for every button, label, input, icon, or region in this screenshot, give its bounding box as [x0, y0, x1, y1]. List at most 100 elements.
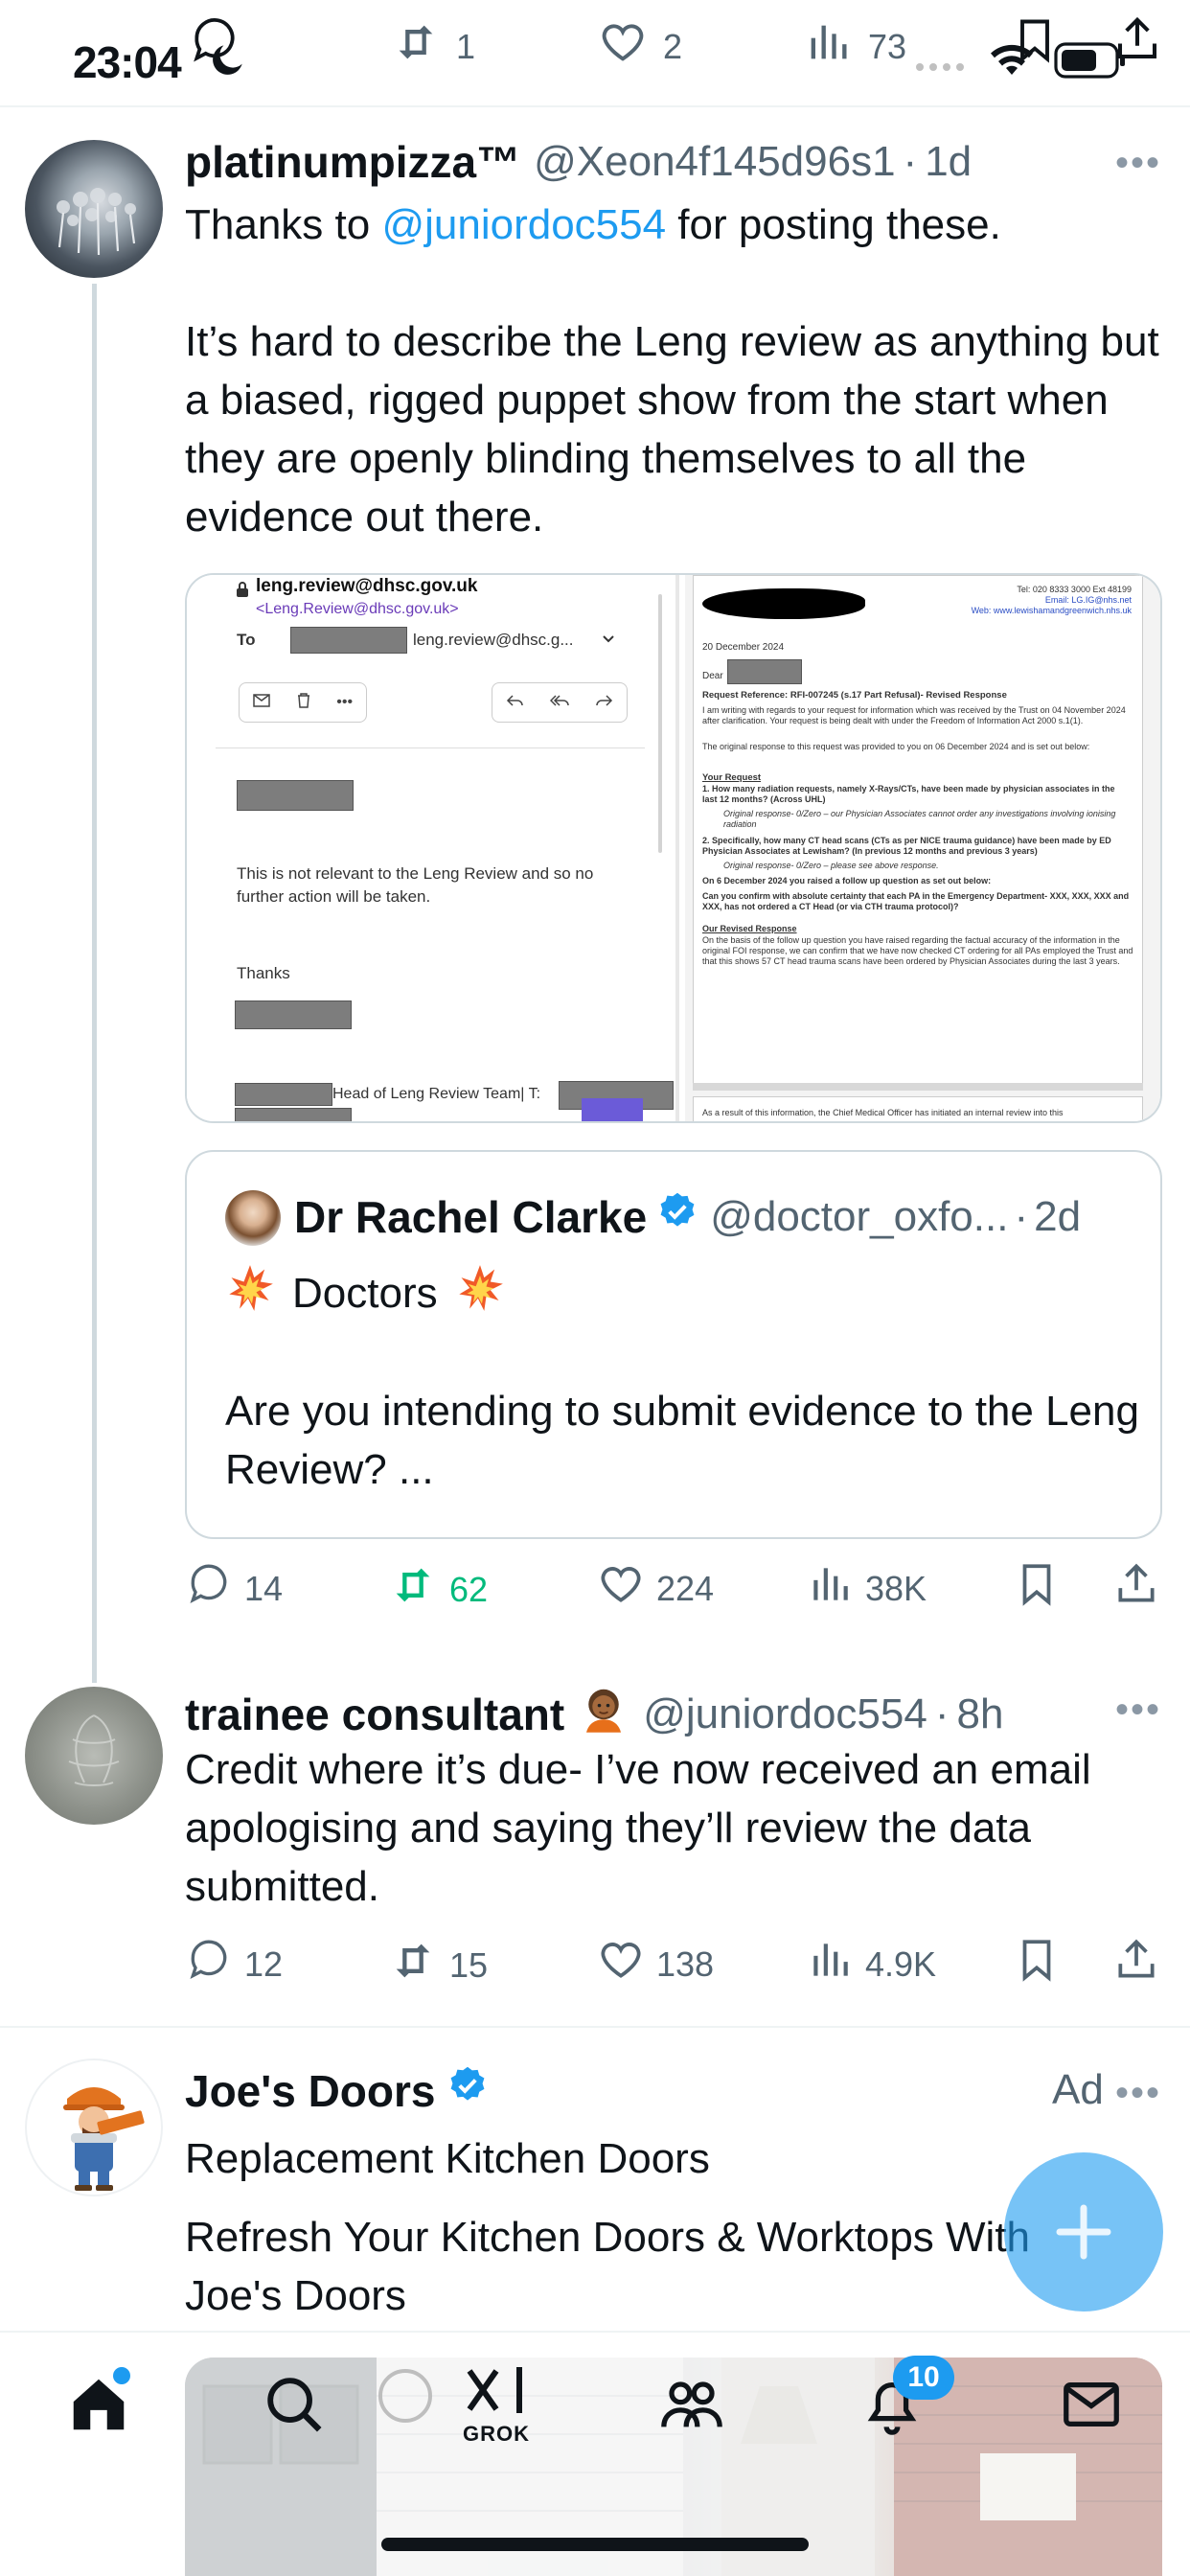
tweet-media[interactable]: leng.review@dhsc.gov.uk <Leng.Review@dhs… [185, 573, 1162, 1123]
separator-dot: · [1014, 1192, 1029, 1240]
views-button[interactable]: 38K [806, 1560, 927, 1617]
collision-icon [455, 1263, 505, 1323]
nav-messages[interactable] [1058, 2371, 1125, 2443]
timestamp[interactable]: 1d [925, 138, 972, 186]
forward-icon [596, 694, 613, 712]
letter-revised-text: On the basis of the follow up question y… [702, 935, 1133, 966]
views-count: 73 [868, 26, 907, 66]
like-button[interactable]: 138 [597, 1936, 714, 1992]
tweet-text: Credit where it’s due- I’ve now received… [185, 1746, 1091, 1910]
email-toolbar-right [492, 682, 628, 723]
quote-text-line1: Doctors [292, 1269, 438, 1317]
like-stat[interactable]: 2 [598, 17, 682, 76]
grok-icon [462, 2367, 531, 2421]
letter-a1: Original response- 0/Zero – our Physicia… [723, 809, 1116, 829]
trash-icon [297, 692, 310, 713]
reply-icon [185, 1560, 233, 1617]
display-name[interactable]: platinumpizza™ [185, 136, 520, 188]
retweet-button[interactable]: 15 [388, 1936, 488, 1994]
letter-reference: Request Reference: RFI-007245 (s.17 Part… [702, 690, 1007, 701]
collision-icon [225, 1263, 275, 1323]
quote-header: Dr Rachel Clarke @doctor_oxfo... · 2d [294, 1190, 1081, 1243]
avatar[interactable] [25, 140, 163, 278]
retweet-stat[interactable]: 1 [391, 17, 475, 76]
ad-text: Refresh Your Kitchen Doors & Worktops Wi… [185, 2214, 1031, 2319]
bookmark-button[interactable] [1013, 1936, 1061, 1992]
reply-icon[interactable] [188, 13, 241, 72]
letter-a2: Original response- 0/Zero – please see a… [723, 861, 939, 870]
retweet-icon [391, 17, 441, 76]
handle[interactable]: @Xeon4f145d96s1 [534, 138, 895, 186]
ad-label: Ad [1052, 2066, 1104, 2113]
letter-q2: 2. Specifically, how many CT head scans … [702, 836, 1111, 856]
views-stat[interactable]: 73 [803, 17, 906, 76]
signal-dots-icon [916, 63, 970, 73]
bookmark-button[interactable] [1013, 1560, 1061, 1617]
tweet-paragraph: It’s hard to describe the Leng review as… [185, 318, 1159, 540]
handle[interactable]: @juniordoc554 [643, 1690, 927, 1738]
retweet-button[interactable]: 62 [388, 1560, 488, 1619]
tweet-text-suffix: for posting these. [666, 201, 1001, 248]
letter-email: Email: LG.IG@nhs.net [1044, 595, 1132, 605]
wifi-icon [987, 40, 1037, 83]
like-count: 138 [656, 1944, 715, 1984]
ad-divider [0, 2331, 1190, 2333]
quote-handle: @doctor_oxfo... [710, 1192, 1009, 1240]
nav-search[interactable] [261, 2371, 328, 2443]
media-divider [675, 575, 679, 1121]
reply-icon [185, 1936, 233, 1992]
views-count: 4.9K [865, 1944, 937, 1984]
nav-grok[interactable]: GROK [458, 2363, 535, 2447]
display-name[interactable]: Joe's Doors [185, 2065, 435, 2117]
tweet-top-stats-bar: 23:04 1 2 73 [0, 0, 1190, 107]
share-button[interactable] [1112, 1560, 1160, 1617]
separator-dot: · [934, 1690, 950, 1737]
bookmark-icon [1013, 1560, 1061, 1617]
scrollbar [658, 594, 662, 853]
heart-icon [597, 1560, 645, 1617]
quote-line1: Doctors [225, 1263, 505, 1323]
email-signature: Head of Leng Review Team| T: [332, 1086, 541, 1102]
views-count: 38K [865, 1568, 927, 1608]
views-icon [806, 1560, 854, 1617]
more-options-icon[interactable]: ••• [1115, 2072, 1161, 2115]
views-icon [803, 17, 853, 76]
avatar[interactable] [25, 1687, 163, 1825]
mail-icon [253, 693, 270, 712]
share-icon [1112, 1936, 1160, 1992]
redaction [235, 1108, 352, 1121]
like-button[interactable]: 224 [597, 1560, 714, 1617]
reply-button[interactable]: 12 [185, 1936, 283, 1992]
avatar[interactable] [25, 2058, 163, 2196]
nav-communities[interactable] [657, 2371, 726, 2443]
timestamp[interactable]: 8h [957, 1690, 1004, 1738]
share-icon [1112, 1560, 1160, 1617]
more-options-icon[interactable]: ••• [1115, 1689, 1161, 1732]
verified-badge-icon [446, 2064, 489, 2117]
tweet-text: Thanks to @juniordoc554 for posting thes… [185, 196, 1172, 254]
quote-timestamp: 2d [1034, 1192, 1082, 1240]
chevron-down-icon [601, 632, 616, 650]
display-name[interactable]: trainee consultant [185, 1689, 564, 1740]
share-button[interactable] [1112, 1936, 1160, 1992]
tweet-header: platinumpizza™ @Xeon4f145d96s1 · 1d [185, 136, 972, 188]
notification-badge: 10 [893, 2356, 954, 2400]
reply-button[interactable]: 14 [185, 1560, 283, 1617]
email-toolbar-left: ••• [239, 682, 367, 723]
compose-button[interactable] [1004, 2152, 1163, 2312]
communities-icon [657, 2381, 726, 2442]
email-screenshot: leng.review@dhsc.gov.uk <Leng.Review@dhs… [187, 575, 675, 1121]
more-options-icon[interactable]: ••• [1115, 142, 1161, 185]
lock-icon [235, 581, 250, 603]
bookmark-icon [1013, 1936, 1061, 1992]
like-count: 224 [656, 1568, 715, 1608]
views-button[interactable]: 4.9K [806, 1936, 936, 1992]
letter-followup: On 6 December 2024 you raised a follow u… [702, 876, 992, 886]
redaction [290, 627, 407, 654]
quote-avatar[interactable] [225, 1190, 281, 1246]
quoted-tweet[interactable]: Dr Rachel Clarke @doctor_oxfo... · 2d Do… [185, 1150, 1162, 1539]
home-icon [65, 2379, 132, 2442]
mention-link[interactable]: @juniordoc554 [381, 201, 666, 248]
email-from-sub: <Leng.Review@dhsc.gov.uk> [256, 601, 459, 617]
email-message: This is not relevant to the Leng Review … [237, 864, 594, 906]
